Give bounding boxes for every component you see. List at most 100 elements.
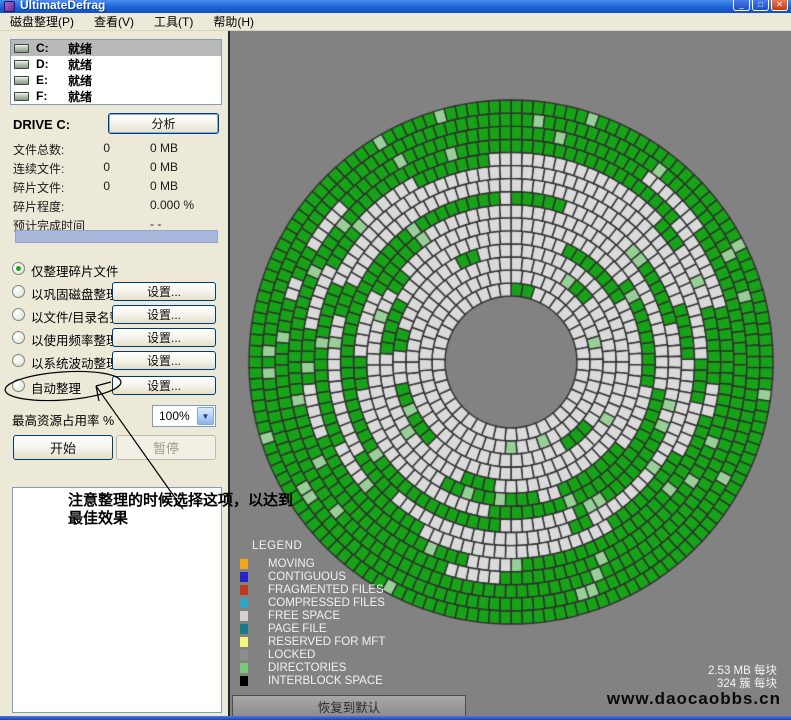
- legend-label: INTERBLOCK SPACE: [268, 675, 383, 687]
- drive-name: E:: [36, 73, 68, 87]
- option-label[interactable]: 自动整理: [31, 378, 81, 397]
- stat-fragmentation-level: 碎片程度: 0.000 %: [0, 198, 230, 214]
- option-label[interactable]: 以系统波动整理: [31, 353, 119, 372]
- control-panel: C: 就绪 D: 就绪 E: 就绪 F: 就绪 DRIVE C: 分析 文件总数…: [0, 31, 230, 720]
- option-defrag-only: 仅整理碎片文件: [0, 260, 230, 280]
- resource-usage-dropdown[interactable]: 100% ▼: [152, 405, 216, 427]
- dropdown-value: 100%: [153, 409, 197, 423]
- stat-count: 0: [55, 179, 110, 193]
- legend-item-locked: LOCKED: [240, 648, 385, 661]
- settings-button-consolidate[interactable]: 设置...: [112, 282, 216, 301]
- minimize-button[interactable]: _: [733, 0, 750, 11]
- settings-button-frequency[interactable]: 设置...: [112, 328, 216, 347]
- drive-status: 就绪: [68, 40, 92, 57]
- drive-row-c[interactable]: C: 就绪: [11, 40, 221, 56]
- legend-item-moving: MOVING: [240, 557, 385, 570]
- option-frequency: 以使用频率整理 设置...: [0, 329, 230, 349]
- analyze-button[interactable]: 分析: [108, 113, 219, 134]
- menu-view[interactable]: 查看(V): [84, 12, 144, 31]
- pause-button[interactable]: 暂停: [116, 435, 216, 460]
- radio-defrag-only[interactable]: [12, 262, 25, 275]
- drive-status: 就绪: [68, 88, 92, 105]
- drive-icon: [14, 44, 29, 53]
- window-bottom-border: [0, 716, 791, 720]
- radio-volatility[interactable]: [12, 354, 25, 367]
- stat-count: 0: [55, 141, 110, 155]
- option-volatility: 以系统波动整理 设置...: [0, 352, 230, 372]
- window-title: UltimateDefrag: [20, 0, 105, 12]
- stat-size: 0 MB: [150, 141, 178, 155]
- legend-item-directories: DIRECTORIES: [240, 661, 385, 674]
- drive-icon: [14, 60, 29, 69]
- drive-row-f[interactable]: F: 就绪: [11, 88, 221, 104]
- option-label[interactable]: 以巩固磁盘整理: [31, 284, 119, 303]
- option-consolidate: 以巩固磁盘整理 设置...: [0, 283, 230, 303]
- legend-label: MOVING: [268, 558, 315, 570]
- maximize-button[interactable]: □: [752, 0, 769, 11]
- option-filename: 以文件/目录名整理 设置...: [0, 306, 230, 326]
- close-button[interactable]: ✕: [771, 0, 788, 11]
- drive-row-d[interactable]: D: 就绪: [11, 56, 221, 72]
- annotation-line2: 最佳效果: [68, 510, 368, 528]
- menu-defrag[interactable]: 磁盘整理(P): [0, 12, 84, 31]
- restore-default-button[interactable]: 恢复到默认: [232, 695, 466, 717]
- option-label[interactable]: 以使用频率整理: [31, 330, 119, 349]
- annotation-line1: 注意整理的时候选择这项，以达到: [68, 492, 368, 510]
- radio-filename[interactable]: [12, 308, 25, 321]
- fragmented-swatch: [240, 585, 248, 595]
- drive-name: C:: [36, 41, 68, 55]
- radio-consolidate[interactable]: [12, 285, 25, 298]
- stat-fragmented-files: 碎片文件: 0 0 MB: [0, 179, 230, 195]
- option-auto: 自动整理 设置...: [0, 377, 230, 397]
- contiguous-swatch: [240, 572, 248, 582]
- radio-auto[interactable]: [12, 379, 25, 392]
- menu-help[interactable]: 帮助(H): [203, 12, 264, 31]
- legend-label: DIRECTORIES: [268, 662, 346, 674]
- drive-status: 就绪: [68, 56, 92, 73]
- legend: LEGEND MOVING CONTIGUOUS FRAGMENTED FILE…: [240, 540, 385, 687]
- legend-item-mft: RESERVED FOR MFT: [240, 635, 385, 648]
- stat-contiguous-files: 连续文件: 0 0 MB: [0, 160, 230, 176]
- legend-label: FREE SPACE: [268, 610, 340, 622]
- app-icon: [4, 1, 15, 12]
- stat-size: 0 MB: [150, 160, 178, 174]
- drive-row-e[interactable]: E: 就绪: [11, 72, 221, 88]
- drive-listbox: C: 就绪 D: 就绪 E: 就绪 F: 就绪: [10, 39, 222, 105]
- start-button[interactable]: 开始: [13, 435, 113, 460]
- annotation-note: 注意整理的时候选择这项，以达到 最佳效果: [68, 492, 368, 528]
- freespace-swatch: [240, 611, 248, 621]
- resource-usage-label: 最高资源占用率 %: [12, 410, 114, 429]
- legend-label: RESERVED FOR MFT: [268, 636, 385, 648]
- drive-name: D:: [36, 57, 68, 71]
- legend-title: LEGEND: [252, 540, 385, 552]
- legend-item-interblock: INTERBLOCK SPACE: [240, 674, 385, 687]
- directories-swatch: [240, 663, 248, 673]
- stat-size: 0 MB: [150, 179, 178, 193]
- settings-button-volatility[interactable]: 设置...: [112, 351, 216, 370]
- legend-label: LOCKED: [268, 649, 315, 661]
- drive-c-label: DRIVE C:: [13, 117, 70, 132]
- mft-swatch: [240, 637, 248, 647]
- settings-button-filename[interactable]: 设置...: [112, 305, 216, 324]
- legend-label: PAGE FILE: [268, 623, 327, 635]
- drive-icon: [14, 92, 29, 101]
- pagefile-swatch: [240, 624, 248, 634]
- menu-tools[interactable]: 工具(T): [144, 12, 203, 31]
- stat-size: - -: [150, 217, 161, 231]
- menu-bar: 磁盘整理(P) 查看(V) 工具(T) 帮助(H): [0, 13, 791, 31]
- legend-item-pagefile: PAGE FILE: [240, 622, 385, 635]
- progress-bar: [15, 230, 218, 243]
- disk-map-panel: LEGEND MOVING CONTIGUOUS FRAGMENTED FILE…: [230, 31, 791, 720]
- interblock-swatch: [240, 676, 248, 686]
- chevron-down-icon[interactable]: ▼: [197, 407, 214, 425]
- legend-item-fragmented: FRAGMENTED FILES: [240, 583, 385, 596]
- legend-label: CONTIGUOUS: [268, 571, 346, 583]
- legend-item-compressed: COMPRESSED FILES: [240, 596, 385, 609]
- option-label[interactable]: 仅整理碎片文件: [31, 261, 119, 280]
- legend-label: COMPRESSED FILES: [268, 597, 385, 609]
- drive-name: F:: [36, 89, 68, 103]
- drive-status: 就绪: [68, 72, 92, 89]
- legend-item-freespace: FREE SPACE: [240, 609, 385, 622]
- radio-frequency[interactable]: [12, 331, 25, 344]
- settings-button-auto[interactable]: 设置...: [112, 376, 216, 395]
